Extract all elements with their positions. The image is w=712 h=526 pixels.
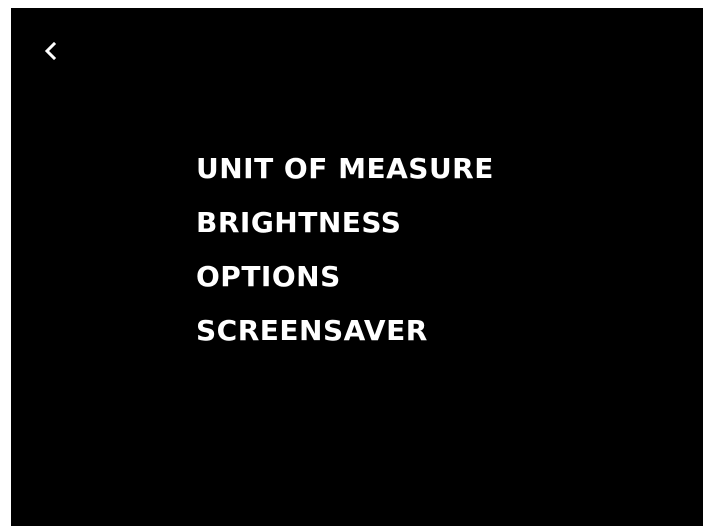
menu-item-unit-of-measure[interactable]: UNIT OF MEASURE [196,142,494,196]
settings-menu: UNIT OF MEASURE BRIGHTNESS OPTIONS SCREE… [196,142,494,358]
menu-item-options[interactable]: OPTIONS [196,250,494,304]
menu-item-brightness[interactable]: BRIGHTNESS [196,196,494,250]
settings-screen: UNIT OF MEASURE BRIGHTNESS OPTIONS SCREE… [11,8,703,526]
menu-item-screensaver[interactable]: SCREENSAVER [196,304,494,358]
chevron-left-icon [44,42,57,60]
back-button[interactable] [33,34,67,68]
